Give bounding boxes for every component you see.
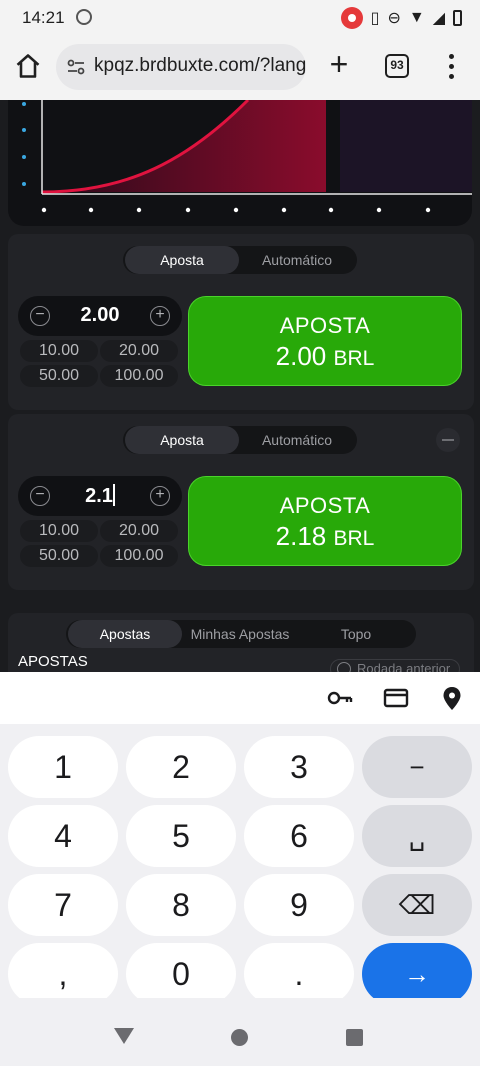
previous-round-button[interactable]: Rodada anterior [330, 659, 460, 672]
quick-amount-button[interactable]: 50.00 [20, 545, 98, 567]
bets-panel: Apostas Minhas Apostas Topo APOSTAS Roda… [8, 613, 474, 672]
tab-switcher-button[interactable]: 93 [385, 54, 409, 78]
bet-button-amount: 2.18 BRL [275, 521, 375, 551]
increase-button[interactable]: + [150, 486, 170, 506]
home-icon[interactable] [14, 52, 42, 80]
tab-apostas[interactable]: Apostas [68, 620, 182, 648]
key-icon[interactable] [326, 684, 354, 712]
text-cursor [112, 484, 115, 506]
x-axis-dots [41, 207, 431, 213]
bet-amount-stepper: − 2.1 + [18, 476, 182, 516]
key-6[interactable]: 6 [244, 805, 354, 867]
location-pin-icon[interactable] [438, 684, 466, 712]
tab-aposta[interactable]: Aposta [125, 246, 239, 274]
key-8[interactable]: 8 [126, 874, 236, 936]
decrease-button[interactable]: − [30, 486, 50, 506]
tab-aposta[interactable]: Aposta [125, 426, 239, 454]
bet-panel-2: Aposta Automático − 2.1 + 10.00 20.00 50… [8, 414, 474, 590]
tab-automatico[interactable]: Automático [239, 246, 355, 274]
bet-panel-1: Aposta Automático − 2.00 + 10.00 20.00 5… [8, 234, 474, 410]
increase-button[interactable]: + [150, 306, 170, 326]
game-area: Aposta Automático − 2.00 + 10.00 20.00 5… [0, 100, 480, 672]
quick-amount-button[interactable]: 20.00 [100, 520, 178, 542]
address-bar[interactable]: kpqz.brdbuxte.com/?lang [56, 44, 306, 90]
previous-round-label: Rodada anterior [357, 661, 451, 672]
bet-button-amount: 2.00 BRL [275, 341, 375, 371]
enter-key[interactable]: → [362, 943, 472, 1005]
graph-bg-right [340, 100, 472, 192]
dnd-icon: ⊖ [387, 10, 401, 27]
battery-icon [453, 10, 462, 26]
key-7[interactable]: 7 [8, 874, 118, 936]
gps-icon [76, 9, 92, 25]
key-minus[interactable]: − [362, 736, 472, 798]
curve-fill [42, 100, 326, 192]
recents-icon[interactable] [346, 1029, 363, 1046]
bet-amount-input[interactable]: 2.00 [58, 304, 142, 327]
site-settings-icon[interactable] [66, 57, 86, 77]
key-4[interactable]: 4 [8, 805, 118, 867]
bet-button-label: APOSTA [279, 493, 371, 518]
screen-record-icon [340, 7, 363, 29]
key-5[interactable]: 5 [126, 805, 236, 867]
bet-mode-switch: Aposta Automático [123, 426, 357, 454]
signal-icon: ◢ [432, 10, 445, 27]
wifi-icon: ▼ [408, 9, 425, 26]
key-1[interactable]: 1 [8, 736, 118, 798]
quick-amount-button[interactable]: 100.00 [100, 365, 178, 387]
card-icon[interactable] [382, 684, 410, 712]
tab-automatico[interactable]: Automático [239, 426, 355, 454]
history-icon [337, 662, 351, 672]
more-menu-icon[interactable] [440, 54, 464, 80]
browser-toolbar: kpqz.brdbuxte.com/?lang + 93 [0, 36, 480, 100]
keyboard-toolbar [0, 672, 480, 724]
bets-title: APOSTAS [18, 653, 88, 670]
backspace-key[interactable]: ⌫ [362, 874, 472, 936]
key-9[interactable]: 9 [244, 874, 354, 936]
key-3[interactable]: 3 [244, 736, 354, 798]
status-bar: 14:21 ▯ ⊖ ▼ ◢ [0, 0, 480, 36]
bet-amount-stepper: − 2.00 + [18, 296, 182, 336]
new-tab-button[interactable]: + [324, 48, 354, 80]
status-icons: ▯ ⊖ ▼ ◢ [340, 7, 462, 29]
decrease-button[interactable]: − [30, 306, 50, 326]
remove-panel-button[interactable] [436, 428, 460, 452]
status-time: 14:21 [22, 8, 65, 27]
key-space[interactable]: ␣ [362, 805, 472, 867]
place-bet-button[interactable]: APOSTA 2.18 BRL [188, 476, 462, 566]
quick-amount-button[interactable]: 20.00 [100, 340, 178, 362]
place-bet-button[interactable]: APOSTA 2.00 BRL [188, 296, 462, 386]
key-period[interactable]: . [244, 943, 354, 1005]
key-comma[interactable]: , [8, 943, 118, 1005]
quick-amount-button[interactable]: 50.00 [20, 365, 98, 387]
tab-minhas-apostas[interactable]: Minhas Apostas [182, 620, 298, 648]
quick-amount-button[interactable]: 10.00 [20, 340, 98, 362]
key-2[interactable]: 2 [126, 736, 236, 798]
tab-topo[interactable]: Topo [298, 620, 414, 648]
key-0[interactable]: 0 [126, 943, 236, 1005]
y-axis-dots [22, 102, 26, 186]
bet-amount-input[interactable]: 2.1 [58, 484, 142, 508]
home-nav-icon[interactable] [231, 1029, 248, 1046]
url-text: kpqz.brdbuxte.com/?lang [94, 55, 306, 76]
multiplier-graph [8, 100, 472, 226]
bets-tabs: Apostas Minhas Apostas Topo [66, 620, 416, 648]
back-icon[interactable] [114, 1028, 134, 1046]
graph-canvas [22, 100, 472, 213]
bet-button-label: APOSTA [279, 313, 371, 338]
system-nav-bar [0, 998, 480, 1066]
vibrate-icon: ▯ [370, 10, 380, 27]
quick-amount-button[interactable]: 100.00 [100, 545, 178, 567]
bet-mode-switch: Aposta Automático [123, 246, 357, 274]
quick-amount-button[interactable]: 10.00 [20, 520, 98, 542]
